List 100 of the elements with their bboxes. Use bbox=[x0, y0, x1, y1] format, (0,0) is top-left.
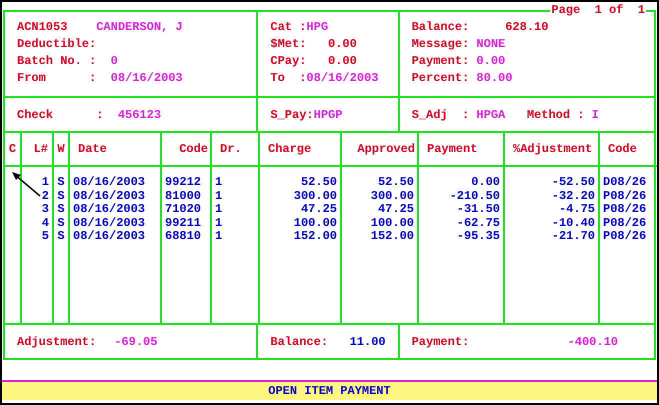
field-label: Balance: bbox=[412, 18, 470, 36]
field-label: S_Adj : bbox=[412, 106, 470, 124]
table-cell: -32.20 bbox=[552, 188, 595, 202]
table-cell: 1 bbox=[215, 188, 222, 202]
column-header: %Adjustment bbox=[513, 141, 592, 158]
field-label: $Met: bbox=[270, 36, 308, 52]
field-value: CANDERSON, J bbox=[96, 18, 183, 36]
table-cell: 52.50 bbox=[300, 175, 337, 189]
field-value: HPG bbox=[306, 18, 328, 36]
status-bar: OPEN ITEM PAYMENT bbox=[2, 382, 657, 400]
column-header: Code bbox=[179, 141, 208, 158]
field-value: 456123 bbox=[118, 106, 162, 124]
table-cell: S bbox=[57, 202, 65, 216]
table-cell: 08/16/2003 bbox=[73, 202, 146, 216]
field-value: 0.00 bbox=[328, 52, 357, 70]
field-label: Deductible: bbox=[17, 36, 96, 52]
table-cell: S bbox=[57, 229, 65, 243]
table-cell: -21.70 bbox=[552, 229, 595, 243]
column-header: Dr. bbox=[220, 141, 242, 158]
page-indicator: Page 1 of 1 bbox=[550, 2, 646, 18]
field-label: Payment: bbox=[412, 52, 470, 70]
table-cell: 4 bbox=[42, 216, 49, 230]
column-header: L# bbox=[34, 141, 48, 158]
table-cell: 300.00 bbox=[370, 188, 414, 202]
table-cell: 1 bbox=[215, 229, 222, 243]
table-cell: 1 bbox=[215, 175, 222, 189]
column-header: W bbox=[57, 141, 65, 158]
field-value: NONE bbox=[476, 36, 506, 52]
total-value: -69.05 bbox=[114, 334, 158, 350]
table-cell: -10.40 bbox=[552, 216, 595, 230]
total-label: Balance: bbox=[270, 334, 328, 350]
table-cell: 08/16/2003 bbox=[73, 188, 146, 202]
table-cell: 3 bbox=[42, 202, 49, 216]
field-label: Check : bbox=[17, 106, 104, 124]
field-value: 628.10 bbox=[505, 18, 548, 36]
field-value: 0.00 bbox=[476, 52, 506, 70]
field-value: 08/16/2003 bbox=[306, 70, 378, 86]
table-cell: -52.50 bbox=[552, 175, 595, 189]
column-header: C bbox=[8, 141, 16, 158]
column-header: Approved bbox=[357, 141, 415, 158]
table-cell: 5 bbox=[42, 229, 49, 243]
field-label: Cat : bbox=[270, 18, 306, 36]
total-label: Adjustment: bbox=[17, 334, 96, 350]
field-label: Method : bbox=[526, 106, 586, 124]
table-cell: 2 bbox=[42, 188, 49, 202]
table-cell: 68810 bbox=[165, 229, 202, 243]
table-cell: 99211 bbox=[165, 216, 202, 230]
table-cell: 1 bbox=[42, 175, 49, 189]
total-value: 11.00 bbox=[350, 334, 386, 350]
table-cell: S bbox=[57, 175, 65, 189]
column-header: Date bbox=[78, 141, 107, 158]
table-cell: 0.00 bbox=[471, 175, 500, 189]
field-value: HPGP bbox=[314, 106, 342, 124]
total-label: Payment: bbox=[412, 334, 470, 350]
field-value: 08/16/2003 bbox=[110, 70, 183, 86]
table-cell: 152.00 bbox=[370, 229, 414, 243]
table-cell: -4.75 bbox=[558, 202, 595, 216]
table-cell: 99212 bbox=[165, 175, 202, 189]
field-label: S_Pay: bbox=[270, 106, 314, 124]
field-label: To : bbox=[270, 70, 306, 86]
field-label: Message: bbox=[412, 36, 470, 52]
table-cell: -210.50 bbox=[450, 188, 500, 202]
field-label: Batch No. : bbox=[17, 52, 98, 70]
field-label: ACN1053 bbox=[17, 18, 68, 36]
annotation-arrow bbox=[10, 170, 42, 198]
table-cell: 100.00 bbox=[294, 216, 337, 230]
table-cell: 71020 bbox=[165, 202, 202, 216]
table-cell: 47.25 bbox=[300, 202, 337, 216]
field-label: Percent: bbox=[412, 70, 470, 86]
table-cell: P08/26 bbox=[603, 216, 646, 230]
table-cell: 81000 bbox=[165, 188, 202, 202]
table-cell: 08/16/2003 bbox=[73, 175, 146, 189]
field-value: 0.00 bbox=[328, 36, 357, 52]
field-value: 0 bbox=[110, 52, 118, 70]
table-cell: -62.75 bbox=[456, 216, 500, 230]
table-cell: 100.00 bbox=[370, 216, 414, 230]
table-cell: 47.25 bbox=[378, 202, 414, 216]
field-value: HPGA bbox=[476, 106, 506, 124]
table-cell: 1 bbox=[215, 216, 222, 230]
table-cell: P08/26 bbox=[603, 202, 646, 216]
total-value: -400.10 bbox=[568, 334, 618, 350]
table-cell: 52.50 bbox=[378, 175, 414, 189]
field-label: From : bbox=[17, 70, 98, 86]
table-cell: 300.00 bbox=[294, 188, 337, 202]
table-cell: 08/16/2003 bbox=[73, 216, 146, 230]
table-cell: 1 bbox=[215, 202, 222, 216]
table-cell: 08/16/2003 bbox=[73, 229, 146, 243]
table-cell: S bbox=[57, 216, 65, 230]
table-cell: P08/26 bbox=[603, 188, 646, 202]
field-value: I bbox=[592, 106, 599, 124]
column-header: Charge bbox=[268, 141, 312, 158]
column-header: Code bbox=[608, 141, 637, 158]
table-cell: 152.00 bbox=[294, 229, 337, 243]
table-cell: -31.50 bbox=[456, 202, 500, 216]
table-cell: S bbox=[57, 188, 65, 202]
field-label: CPay: bbox=[270, 52, 308, 70]
field-value: 80.00 bbox=[476, 70, 512, 86]
table-cell: P08/26 bbox=[603, 229, 646, 243]
column-header: Payment bbox=[427, 141, 478, 158]
table-cell: D08/26 bbox=[603, 175, 646, 189]
